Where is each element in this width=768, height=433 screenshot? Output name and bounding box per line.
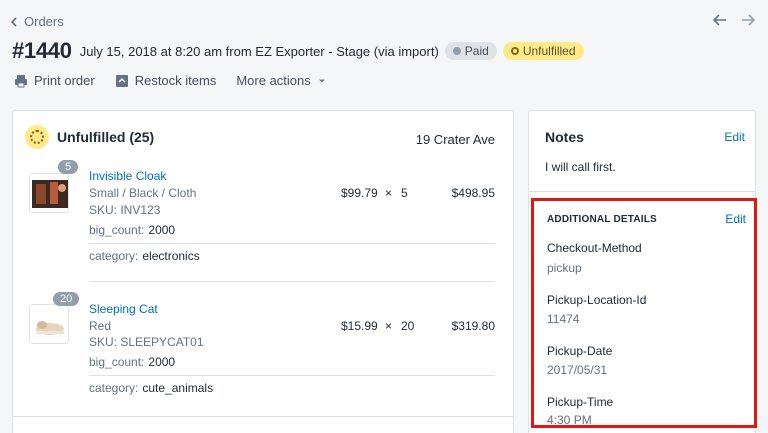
detail-key: Pickup-Location-Id (547, 293, 647, 307)
edit-notes-link[interactable]: Edit (724, 130, 745, 144)
print-order-label: Print order (34, 73, 95, 88)
product-thumbnail (29, 304, 69, 344)
print-order-button[interactable]: Print order (14, 73, 95, 88)
detail-key: Pickup-Date (547, 344, 613, 358)
detail-value: 2017/05/31 (547, 363, 608, 377)
detail-value: 11474 (547, 312, 580, 326)
quantity-badge: 20 (53, 292, 80, 306)
product-variant: Small / Black / Cloth (89, 186, 197, 200)
property-category: category: cute_animals (89, 381, 213, 395)
property-category: category: electronics (89, 249, 200, 263)
property-key: category: (89, 249, 139, 263)
notes-title: Notes (545, 129, 584, 145)
more-actions-dropdown[interactable]: More actions (236, 73, 326, 88)
product-name-link[interactable]: Sleeping Cat (89, 302, 158, 316)
cloak-image-icon (30, 174, 68, 212)
detail-key: Pickup-Time (547, 395, 614, 409)
detail-key: Checkout-Method (547, 241, 642, 255)
times-sign: × (385, 186, 393, 200)
product-thumbnail (29, 173, 69, 213)
product-sku: SKU: INV123 (89, 203, 161, 217)
property-key: big_count: (89, 223, 145, 237)
property-big-count: big_count: 2000 (89, 355, 175, 369)
additional-details-section: ADDITIONAL DETAILS Edit Checkout-Method … (531, 198, 757, 428)
unit-price: $15.99 (341, 319, 378, 333)
notes-card: Notes Edit I will call first. ADDITIONAL… (528, 110, 757, 433)
detail-value: 4:30 PM (547, 413, 592, 427)
chevron-left-icon (10, 16, 17, 27)
paid-badge: Paid (444, 42, 497, 60)
product-variant: Red (89, 319, 112, 333)
unfulfilled-title: Unfulfilled (25) (57, 129, 155, 145)
unfulfilled-badge-label: Unfulfilled (522, 44, 576, 58)
unfulfilled-status-icon (25, 125, 49, 149)
product-sku: SKU: SLEEPYCAT01 (89, 335, 204, 349)
unfulfilled-badge: Unfulfilled (502, 42, 584, 60)
paid-dot-icon (452, 47, 461, 55)
unit-price: $99.79 (341, 186, 378, 200)
additional-details-title: ADDITIONAL DETAILS (547, 214, 657, 225)
cat-image-icon (30, 305, 68, 343)
product-name-link[interactable]: Invisible Cloak (89, 169, 166, 183)
property-key: category: (89, 381, 139, 395)
back-to-orders-link[interactable]: Orders (10, 14, 64, 29)
property-value: 2000 (148, 223, 176, 237)
restock-icon (115, 74, 128, 87)
property-big-count: big_count: 2000 (89, 223, 175, 237)
fulfillment-address: 19 Crater Ave (415, 132, 495, 147)
property-value: cute_animals (142, 381, 214, 395)
notes-text: I will call first. (545, 160, 616, 174)
arrow-right-icon[interactable] (740, 12, 756, 28)
restock-items-button[interactable]: Restock items (115, 73, 217, 88)
detail-value: pickup (547, 261, 582, 275)
more-actions-label: More actions (236, 73, 311, 88)
printer-icon (15, 74, 27, 87)
unfulfilled-dot-icon (510, 47, 519, 55)
divider (529, 191, 755, 192)
line-total: $319.80 (451, 319, 495, 333)
line-total: $498.95 (451, 186, 495, 200)
times-sign: × (385, 319, 393, 333)
property-value: 2000 (148, 355, 176, 369)
paid-badge-label: Paid (464, 44, 489, 58)
property-key: big_count: (89, 355, 145, 369)
property-value: electronics (142, 249, 200, 263)
arrow-left-icon[interactable] (712, 12, 728, 28)
order-date: July 15, 2018 at 8:20 am from EZ Exporte… (79, 43, 439, 59)
quantity-badge: 5 (58, 160, 79, 174)
caret-down-icon (318, 79, 325, 82)
quantity: 5 (401, 186, 408, 200)
quantity: 20 (401, 319, 415, 333)
restock-items-label: Restock items (134, 73, 217, 88)
order-number: #1440 (12, 38, 72, 63)
unfulfilled-card: Unfulfilled (25) 19 Crater Ave 5 Invisib… (12, 110, 514, 433)
edit-additional-details-link[interactable]: Edit (725, 212, 746, 226)
back-label: Orders (24, 14, 64, 29)
